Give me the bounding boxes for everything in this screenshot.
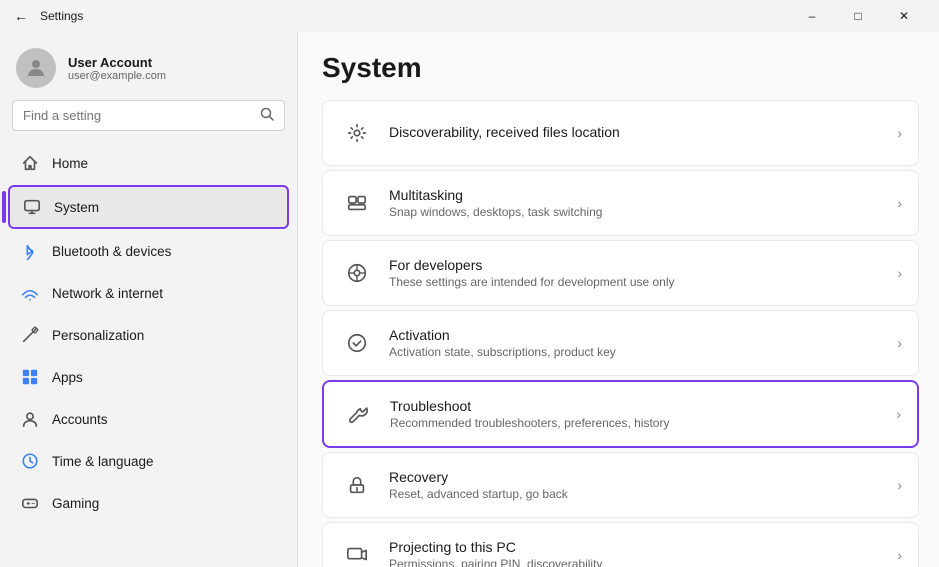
sidebar-item-home[interactable]: Home [8,143,289,183]
gaming-label: Gaming [52,496,99,511]
settings-item-troubleshoot[interactable]: Troubleshoot Recommended troubleshooters,… [322,380,919,448]
accounts-icon [20,409,40,429]
projecting-desc: Permissions, pairing PIN, discoverabilit… [389,557,885,567]
discoverability-chevron: › [897,125,902,141]
settings-item-activation[interactable]: Activation Activation state, subscription… [322,310,919,376]
maximize-button[interactable]: □ [835,0,881,32]
activation-text: Activation Activation state, subscription… [389,327,885,359]
home-label: Home [52,156,88,171]
time-label: Time & language [52,454,154,469]
minimize-button[interactable]: – [789,0,835,32]
multitasking-icon [339,185,375,221]
discoverability-text: Discoverability, received files location [389,124,885,142]
user-email: user@example.com [68,70,166,82]
sidebar-item-system[interactable]: System [8,185,289,229]
discoverability-icon [339,115,375,151]
sidebar-item-network[interactable]: Network & internet [8,273,289,313]
troubleshoot-icon [340,396,376,432]
discoverability-title: Discoverability, received files location [389,124,885,140]
user-name: User Account [68,55,166,70]
projecting-icon [339,537,375,567]
apps-icon [20,367,40,387]
active-indicator [2,191,6,223]
troubleshoot-title: Troubleshoot [390,398,884,414]
bluetooth-label: Bluetooth & devices [52,244,171,259]
nav-list: Home System Bluetooth & devices Network & i… [0,143,297,567]
sidebar-item-personalization[interactable]: Personalization [8,315,289,355]
recovery-icon [339,467,375,503]
app-title: Settings [40,9,83,23]
developers-desc: These settings are intended for developm… [389,275,885,289]
developers-title: For developers [389,257,885,273]
network-icon [20,283,40,303]
multitasking-text: Multitasking Snap windows, desktops, task… [389,187,885,219]
search-input[interactable] [23,108,252,123]
search-icon [260,107,274,124]
page-title: System [322,52,919,84]
troubleshoot-text: Troubleshoot Recommended troubleshooters,… [390,398,884,430]
settings-item-developers[interactable]: For developers These settings are intende… [322,240,919,306]
network-label: Network & internet [52,286,163,301]
multitasking-desc: Snap windows, desktops, task switching [389,205,885,219]
activation-chevron: › [897,335,902,351]
system-label: System [54,200,99,215]
projecting-text: Projecting to this PC Permissions, pairin… [389,539,885,567]
settings-item-multitasking[interactable]: Multitasking Snap windows, desktops, task… [322,170,919,236]
activation-title: Activation [389,327,885,343]
sidebar-item-accounts[interactable]: Accounts [8,399,289,439]
sidebar-item-apps[interactable]: Apps [8,357,289,397]
apps-label: Apps [52,370,83,385]
personalization-label: Personalization [52,328,144,343]
gaming-icon [20,493,40,513]
recovery-desc: Reset, advanced startup, go back [389,487,885,501]
multitasking-chevron: › [897,195,902,211]
troubleshoot-chevron: › [896,406,901,422]
projecting-title: Projecting to this PC [389,539,885,555]
activation-icon [339,325,375,361]
back-button[interactable]: ← [12,6,30,26]
search-box[interactable] [12,100,285,131]
developers-chevron: › [897,265,902,281]
system-icon [22,197,42,217]
time-icon [20,451,40,471]
window-controls: – □ ✕ [789,0,927,32]
main-content: System Discoverability, received files l… [298,32,939,567]
sidebar: User Account user@example.com Home System… [0,32,298,567]
recovery-title: Recovery [389,469,885,485]
troubleshoot-desc: Recommended troubleshooters, preferences… [390,416,884,430]
close-button[interactable]: ✕ [881,0,927,32]
sidebar-item-time[interactable]: Time & language [8,441,289,481]
settings-item-projecting[interactable]: Projecting to this PC Permissions, pairin… [322,522,919,567]
sidebar-item-bluetooth[interactable]: Bluetooth & devices [8,231,289,271]
personalization-icon [20,325,40,345]
accounts-label: Accounts [52,412,108,427]
settings-item-recovery[interactable]: Recovery Reset, advanced startup, go back… [322,452,919,518]
developers-text: For developers These settings are intende… [389,257,885,289]
avatar [16,48,56,88]
settings-item-discoverability[interactable]: Discoverability, received files location… [322,100,919,166]
user-section: User Account user@example.com [0,32,297,100]
developers-icon [339,255,375,291]
settings-list: Discoverability, received files location… [322,100,919,567]
projecting-chevron: › [897,547,902,563]
multitasking-title: Multitasking [389,187,885,203]
bluetooth-icon [20,241,40,261]
title-bar: ← Settings – □ ✕ [0,0,939,32]
home-icon [20,153,40,173]
recovery-text: Recovery Reset, advanced startup, go back [389,469,885,501]
sidebar-item-gaming[interactable]: Gaming [8,483,289,523]
recovery-chevron: › [897,477,902,493]
activation-desc: Activation state, subscriptions, product… [389,345,885,359]
